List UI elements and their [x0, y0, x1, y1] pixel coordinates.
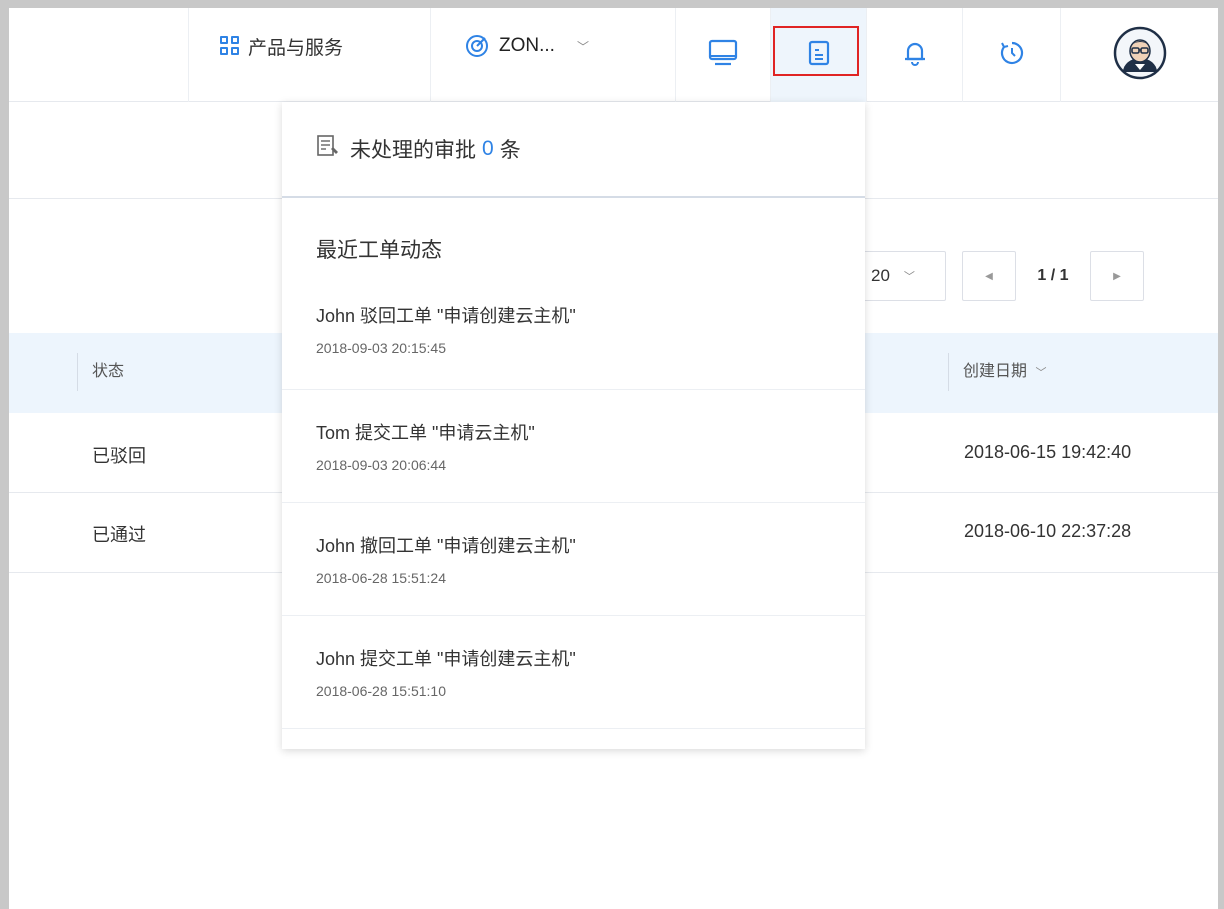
chevron-down-icon: ﹀: [576, 39, 589, 54]
approvals-count: 0: [482, 137, 494, 160]
activity-time: 2018-06-28 15:51:24: [316, 570, 446, 586]
window-frame-left: [0, 0, 9, 909]
created-date-cell: 2018-06-15 19:42:40: [964, 442, 1132, 462]
grid-icon: [220, 36, 240, 56]
zone-icon: [465, 34, 489, 58]
chevron-down-icon: ﹀: [903, 271, 915, 283]
chevron-down-icon: ﹀: [1035, 367, 1047, 379]
recent-activity-title: 最近工单动态: [316, 239, 442, 262]
console-button[interactable]: [676, 8, 770, 102]
activity-message: John 撤回工单 "申请创建云主机": [316, 536, 576, 556]
activity-message: John 提交工单 "申请创建云主机": [316, 649, 576, 669]
page-indicator: 1 / 1: [1037, 267, 1069, 284]
column-divider: [948, 353, 949, 391]
activity-message: John 驳回工单 "申请创建云主机": [316, 306, 576, 326]
header-divider: [430, 8, 431, 102]
activity-item[interactable]: John 撤回工单 "申请创建云主机" 2018-06-28 15:51:24: [282, 503, 865, 616]
products-services-menu[interactable]: 产品与服务: [220, 26, 343, 66]
prev-page-button[interactable]: ◀: [962, 251, 1016, 301]
avatar: [1113, 26, 1167, 85]
document-icon: [316, 134, 340, 164]
activity-item[interactable]: John 提交工单 "申请创建云主机" 2018-06-28 15:51:10: [282, 616, 865, 729]
history-button[interactable]: [963, 8, 1060, 102]
approvals-prefix: 未处理的审批: [350, 139, 476, 162]
products-services-label: 产品与服务: [248, 37, 344, 59]
window-frame-right: [1218, 0, 1224, 909]
pagination: ◀ 1 / 1 ▶: [962, 251, 1144, 301]
user-menu-button[interactable]: [1061, 8, 1218, 102]
approvals-suffix: 条: [499, 139, 521, 162]
page-size-value: 20: [871, 266, 890, 285]
bell-icon: [903, 39, 927, 72]
window-frame-top: [0, 0, 1224, 8]
activity-time: 2018-09-03 20:15:45: [316, 340, 446, 356]
highlight-annotation: [773, 26, 859, 76]
created-date-cell: 2018-06-10 22:37:28: [964, 521, 1132, 541]
header-divider: [188, 8, 189, 102]
activity-item[interactable]: John 驳回工单 "申请创建云主机" 2018-09-03 20:15:45: [282, 294, 865, 390]
activity-message: Tom 提交工单 "申请云主机": [316, 423, 535, 443]
status-cell: 已通过: [92, 525, 146, 545]
next-page-button[interactable]: ▶: [1090, 251, 1144, 301]
page-size-select[interactable]: 20 ﹀: [860, 251, 946, 301]
column-divider: [77, 353, 78, 391]
pending-approvals[interactable]: 未处理的审批 0 条: [282, 102, 865, 198]
status-cell: 已驳回: [92, 446, 146, 466]
zone-selector[interactable]: ZON... ﹀: [465, 26, 589, 66]
activity-time: 2018-09-03 20:06:44: [316, 457, 446, 473]
ticket-dropdown: 未处理的审批 0 条 最近工单动态 John 驳回工单 "申请创建云主机" 20…: [282, 102, 865, 749]
zone-label: ZON...: [499, 35, 555, 56]
activity-time: 2018-06-28 15:51:10: [316, 683, 446, 699]
column-header-created-label: 创建日期: [963, 363, 1028, 380]
monitor-icon: [708, 39, 738, 72]
history-icon: [999, 40, 1025, 71]
column-header-created[interactable]: 创建日期 ﹀: [963, 357, 1046, 381]
activity-item[interactable]: Tom 提交工单 "申请云主机" 2018-09-03 20:06:44: [282, 390, 865, 503]
column-header-status: 状态: [92, 363, 125, 380]
notifications-button[interactable]: [867, 8, 962, 102]
